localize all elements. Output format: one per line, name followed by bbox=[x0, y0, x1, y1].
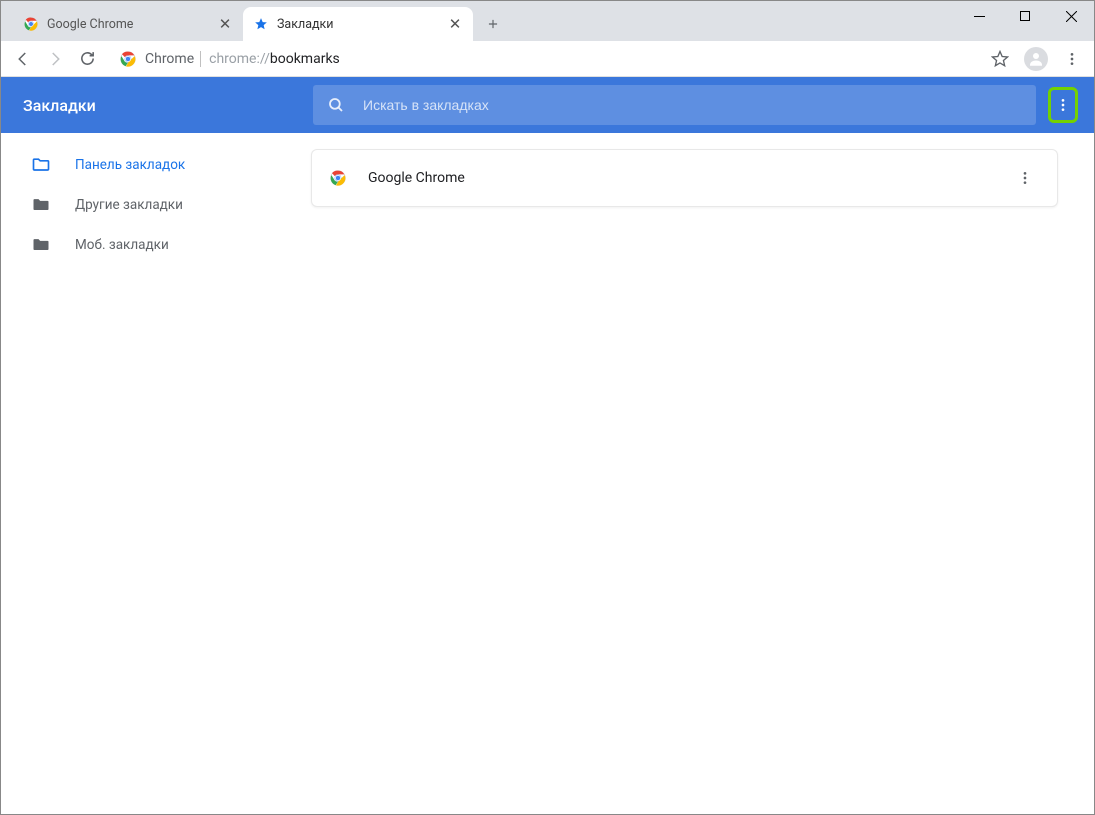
chrome-icon bbox=[23, 16, 39, 32]
page-title: Закладки bbox=[23, 96, 313, 115]
back-button[interactable] bbox=[7, 43, 39, 75]
tab-google-chrome[interactable]: Google Chrome ✕ bbox=[13, 7, 243, 41]
search-input[interactable] bbox=[363, 97, 1022, 113]
sidebar-item-label: Панель закладок bbox=[75, 157, 185, 173]
maximize-button[interactable] bbox=[1002, 1, 1048, 31]
site-info-icon[interactable] bbox=[119, 50, 137, 68]
tab-bookmarks[interactable]: Закладки ✕ bbox=[243, 7, 473, 41]
reload-button[interactable] bbox=[71, 43, 103, 75]
star-icon bbox=[253, 16, 269, 32]
new-tab-button[interactable] bbox=[479, 10, 507, 38]
address-bar[interactable]: Chrome chrome://bookmarks bbox=[109, 45, 978, 73]
address-origin: Chrome bbox=[145, 51, 194, 67]
close-icon[interactable]: ✕ bbox=[217, 16, 233, 32]
sidebar-item-other-bookmarks[interactable]: Другие закладки bbox=[1, 185, 311, 225]
forward-button[interactable] bbox=[39, 43, 71, 75]
bookmarks-header: Закладки bbox=[1, 77, 1094, 133]
chrome-icon bbox=[330, 170, 346, 186]
tab-title: Закладки bbox=[277, 17, 447, 32]
window-controls bbox=[956, 1, 1094, 31]
sidebar-item-mobile-bookmarks[interactable]: Моб. закладки bbox=[1, 225, 311, 265]
window-titlebar: Google Chrome ✕ Закладки ✕ bbox=[1, 1, 1094, 41]
bookmarks-menu-button[interactable] bbox=[1048, 87, 1078, 123]
bookmark-star-button[interactable] bbox=[984, 43, 1016, 75]
bookmark-title: Google Chrome bbox=[368, 170, 1011, 186]
bookmarks-sidebar: Панель закладок Другие закладки Моб. зак… bbox=[1, 133, 311, 814]
folder-icon bbox=[31, 235, 51, 255]
bookmarks-card: Google Chrome bbox=[311, 149, 1058, 207]
tab-title: Google Chrome bbox=[47, 17, 217, 32]
sidebar-item-label: Другие закладки bbox=[75, 197, 183, 213]
minimize-button[interactable] bbox=[956, 1, 1002, 31]
sidebar-item-label: Моб. закладки bbox=[75, 237, 169, 253]
search-icon bbox=[327, 96, 345, 114]
folder-outline-icon bbox=[31, 155, 51, 175]
bookmarks-list: Google Chrome bbox=[311, 133, 1094, 814]
bookmark-row[interactable]: Google Chrome bbox=[312, 150, 1057, 206]
sidebar-item-bookmarks-bar[interactable]: Панель закладок bbox=[1, 145, 311, 185]
browser-menu-button[interactable] bbox=[1056, 43, 1088, 75]
profile-avatar[interactable] bbox=[1020, 43, 1052, 75]
bookmark-row-menu-button[interactable] bbox=[1011, 164, 1039, 192]
close-icon[interactable]: ✕ bbox=[447, 16, 463, 32]
address-divider bbox=[200, 51, 201, 67]
folder-icon bbox=[31, 195, 51, 215]
browser-toolbar: Chrome chrome://bookmarks bbox=[1, 41, 1094, 77]
bookmarks-search[interactable] bbox=[313, 85, 1036, 125]
window-close-button[interactable] bbox=[1048, 1, 1094, 31]
bookmarks-content: Панель закладок Другие закладки Моб. зак… bbox=[1, 133, 1094, 814]
address-url: chrome://bookmarks bbox=[209, 51, 340, 67]
tab-strip: Google Chrome ✕ Закладки ✕ bbox=[1, 1, 507, 41]
